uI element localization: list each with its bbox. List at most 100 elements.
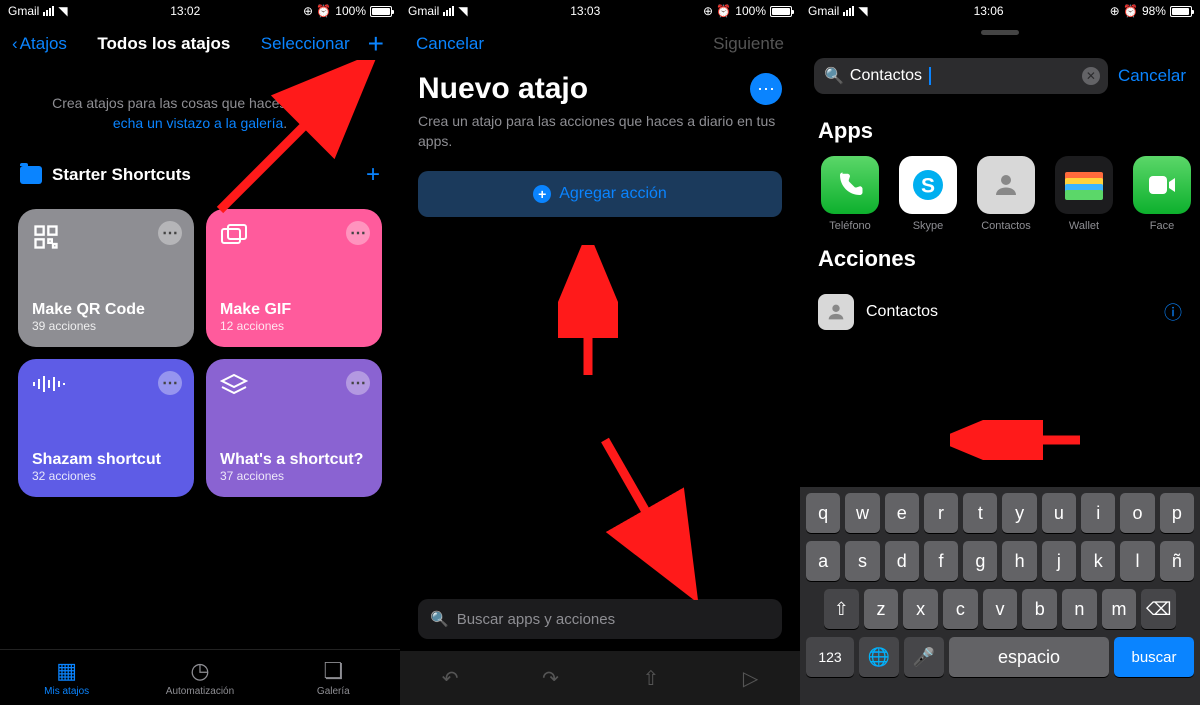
signal-icon: [43, 6, 54, 16]
back-button[interactable]: ‹ Atajos: [12, 34, 67, 54]
card-title: Make QR Code: [32, 301, 180, 319]
number-key[interactable]: 123: [806, 637, 854, 677]
wallet-icon: [1055, 156, 1113, 214]
next-button[interactable]: Siguiente: [713, 34, 784, 54]
keyboard: qwertyuiop asdfghjklñ ⇧ zxcvbnm ⌫ 123 🌐 …: [800, 487, 1200, 705]
plus-circle-icon: +: [533, 185, 551, 203]
key-e[interactable]: e: [885, 493, 919, 533]
key-u[interactable]: u: [1042, 493, 1076, 533]
folder-header[interactable]: Starter Shortcuts +: [0, 151, 400, 199]
signal-icon: [843, 6, 854, 16]
key-o[interactable]: o: [1120, 493, 1154, 533]
more-icon[interactable]: ⋯: [158, 371, 182, 395]
clear-button[interactable]: ✕: [1082, 67, 1100, 85]
play-button[interactable]: ▷: [743, 666, 758, 691]
search-key[interactable]: buscar: [1114, 637, 1194, 677]
key-b[interactable]: b: [1022, 589, 1057, 629]
more-icon: ⋯: [757, 79, 775, 100]
key-z[interactable]: z: [864, 589, 899, 629]
key-y[interactable]: y: [1002, 493, 1036, 533]
apps-list: Teléfono S Skype Contactos Wallet Face: [800, 156, 1200, 232]
key-f[interactable]: f: [924, 541, 958, 581]
globe-key[interactable]: 🌐: [859, 637, 899, 677]
add-action-button[interactable]: + Agregar acción: [418, 171, 782, 217]
key-i[interactable]: i: [1081, 493, 1115, 533]
chevron-left-icon: ‹: [12, 34, 18, 54]
key-s[interactable]: s: [845, 541, 879, 581]
key-ñ[interactable]: ñ: [1160, 541, 1194, 581]
action-contactos[interactable]: Contactos ⓘ: [800, 284, 1200, 340]
key-p[interactable]: p: [1160, 493, 1194, 533]
mic-key[interactable]: 🎤: [904, 637, 944, 677]
shift-key[interactable]: ⇧: [824, 589, 859, 629]
key-r[interactable]: r: [924, 493, 958, 533]
status-bar: Gmail ◥ 13:03 ⊕ ⏰ 100%: [400, 0, 800, 22]
carrier-label: Gmail: [8, 4, 39, 18]
page-title: Nuevo atajo: [418, 72, 588, 106]
app-telefono[interactable]: Teléfono: [818, 156, 882, 232]
key-k[interactable]: k: [1081, 541, 1115, 581]
key-a[interactable]: a: [806, 541, 840, 581]
key-w[interactable]: w: [845, 493, 879, 533]
tab-gallery[interactable]: ❏ Galería: [267, 650, 400, 705]
grid-icon: ▦: [56, 658, 77, 684]
key-j[interactable]: j: [1042, 541, 1076, 581]
share-button[interactable]: ⇧: [642, 666, 659, 691]
tab-my-shortcuts[interactable]: ▦ Mis atajos: [0, 650, 133, 705]
card-title: Shazam shortcut: [32, 451, 180, 469]
key-g[interactable]: g: [963, 541, 997, 581]
undo-button[interactable]: ↶: [442, 666, 459, 691]
clock: 13:03: [570, 4, 600, 18]
app-facetime[interactable]: Face: [1130, 156, 1194, 232]
backspace-key[interactable]: ⌫: [1141, 589, 1176, 629]
app-wallet[interactable]: Wallet: [1052, 156, 1116, 232]
alarm-icon: ⊕ ⏰: [303, 4, 331, 18]
search-icon: 🔍: [430, 610, 449, 628]
key-q[interactable]: q: [806, 493, 840, 533]
sheet-grabber[interactable]: [981, 30, 1019, 35]
info-button[interactable]: ⓘ: [1164, 299, 1182, 325]
gallery-link[interactable]: echa un vistazo a la galería: [113, 115, 283, 131]
app-contactos[interactable]: Contactos: [974, 156, 1038, 232]
key-c[interactable]: c: [943, 589, 978, 629]
space-key[interactable]: espacio: [949, 637, 1109, 677]
battery-icon: [370, 6, 392, 17]
key-d[interactable]: d: [885, 541, 919, 581]
search-icon: 🔍: [824, 66, 844, 86]
key-m[interactable]: m: [1102, 589, 1137, 629]
redo-button[interactable]: ↷: [542, 666, 559, 691]
screen-new-shortcut: Gmail ◥ 13:03 ⊕ ⏰ 100% Cancelar Siguient…: [400, 0, 800, 705]
shortcut-card-whatis[interactable]: ⋯ What's a shortcut? 37 acciones: [206, 359, 382, 497]
more-icon[interactable]: ⋯: [346, 371, 370, 395]
search-input[interactable]: 🔍 Contactos ✕: [814, 58, 1108, 94]
wifi-icon: ◥: [58, 4, 67, 18]
contacts-icon: [818, 294, 854, 330]
key-l[interactable]: l: [1120, 541, 1154, 581]
status-bar: Gmail ◥ 13:06 ⊕ ⏰ 98%: [800, 0, 1200, 22]
cancel-button[interactable]: Cancelar: [416, 34, 484, 54]
cancel-button[interactable]: Cancelar: [1118, 66, 1186, 86]
shortcut-card-gif[interactable]: ⋯ Make GIF 12 acciones: [206, 209, 382, 347]
settings-button[interactable]: ⋯: [750, 73, 782, 105]
key-h[interactable]: h: [1002, 541, 1036, 581]
page-title: Todos los atajos: [97, 34, 230, 54]
clock: 13:02: [170, 4, 200, 18]
battery-percent: 100%: [335, 4, 366, 18]
key-x[interactable]: x: [903, 589, 938, 629]
search-input[interactable]: 🔍 Buscar apps y acciones: [418, 599, 782, 639]
skype-icon: S: [899, 156, 957, 214]
shortcut-card-shazam[interactable]: ⋯ Shazam shortcut 32 acciones: [18, 359, 194, 497]
select-button[interactable]: Seleccionar: [261, 34, 350, 54]
navigation-bar: ‹ Atajos Todos los atajos Seleccionar +: [0, 22, 400, 66]
more-icon[interactable]: ⋯: [158, 221, 182, 245]
more-icon[interactable]: ⋯: [346, 221, 370, 245]
key-t[interactable]: t: [963, 493, 997, 533]
folder-add-button[interactable]: +: [366, 161, 380, 189]
clock: 13:06: [974, 4, 1004, 18]
shortcut-card-qr[interactable]: ⋯ Make QR Code 39 acciones: [18, 209, 194, 347]
add-shortcut-button[interactable]: +: [364, 28, 388, 60]
key-v[interactable]: v: [983, 589, 1018, 629]
tab-automation[interactable]: ◷ Automatización: [133, 650, 266, 705]
app-skype[interactable]: S Skype: [896, 156, 960, 232]
key-n[interactable]: n: [1062, 589, 1097, 629]
